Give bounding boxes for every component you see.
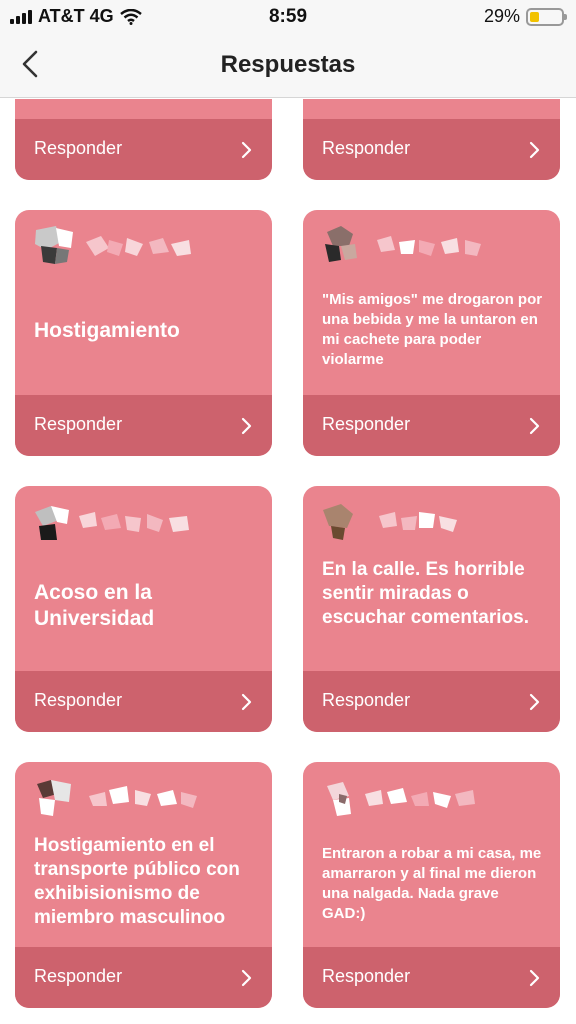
- battery-icon: [526, 7, 567, 26]
- respond-button[interactable]: Responder: [15, 947, 272, 1008]
- respond-button[interactable]: Responder: [303, 395, 560, 456]
- respond-label: Responder: [34, 966, 123, 986]
- response-card[interactable]: Entraron a robar a mi casa, me amarraron…: [303, 762, 560, 1008]
- respond-label: Responder: [322, 414, 411, 434]
- response-card[interactable]: Responder: [15, 99, 272, 180]
- response-card[interactable]: Acoso en la Universidad Responder: [15, 486, 272, 732]
- chevron-right-icon: [529, 693, 540, 711]
- chevron-right-icon: [529, 969, 540, 987]
- chevron-right-icon: [241, 693, 252, 711]
- blurred-avatar: [325, 226, 481, 262]
- chevron-right-icon: [529, 141, 540, 159]
- chevron-right-icon: [529, 417, 540, 435]
- response-text: Entraron a robar a mi casa, me amarraron…: [322, 845, 542, 922]
- response-text: Hostigamiento en el transporte público c…: [34, 835, 240, 928]
- response-text: Acoso en la Universidad: [34, 581, 155, 630]
- navigation-bar: Respuestas: [0, 34, 576, 98]
- blurred-avatar: [35, 506, 189, 540]
- page-title: Respuestas: [220, 51, 356, 78]
- respond-button[interactable]: Responder: [15, 395, 272, 456]
- response-card[interactable]: Hostigamiento en el transporte público c…: [15, 762, 272, 1008]
- blurred-avatar: [37, 780, 197, 816]
- respond-label: Responder: [322, 690, 411, 710]
- response-text: Hostigamiento: [34, 319, 180, 342]
- battery-level: [530, 11, 539, 22]
- response-card[interactable]: En la calle. Es horrible sentir miradas …: [303, 486, 560, 732]
- response-card[interactable]: Hostigamiento Responder: [15, 210, 272, 456]
- response-text: En la calle. Es horrible sentir miradas …: [322, 559, 529, 628]
- responses-grid[interactable]: Responder Responder Hostigamiento Respon…: [0, 99, 576, 1024]
- blurred-avatar: [35, 226, 191, 264]
- blurred-avatar: [323, 504, 457, 540]
- chevron-right-icon: [241, 969, 252, 987]
- battery-area: 29%: [483, 6, 567, 27]
- status-bar: AT&T 4G 8:59 29%: [0, 0, 576, 34]
- respond-button[interactable]: Responder: [303, 119, 560, 180]
- response-card[interactable]: "Mis amigos" me drogaron por una bebida …: [303, 210, 560, 456]
- respond-label: Responder: [322, 138, 411, 158]
- respond-button[interactable]: Responder: [15, 119, 272, 180]
- respond-button[interactable]: Responder: [303, 947, 560, 1008]
- respond-button[interactable]: Responder: [303, 671, 560, 732]
- respond-label: Responder: [34, 138, 123, 158]
- response-text: "Mis amigos" me drogaron por una bebida …: [322, 291, 543, 368]
- respond-button[interactable]: Responder: [15, 671, 272, 732]
- chevron-right-icon: [241, 417, 252, 435]
- respond-label: Responder: [322, 966, 411, 986]
- respond-label: Responder: [34, 414, 123, 434]
- respond-label: Responder: [34, 690, 123, 710]
- chevron-right-icon: [241, 141, 252, 159]
- response-card[interactable]: Responder: [303, 99, 560, 180]
- blurred-avatar: [327, 782, 475, 816]
- battery-percent: 29%: [483, 6, 520, 26]
